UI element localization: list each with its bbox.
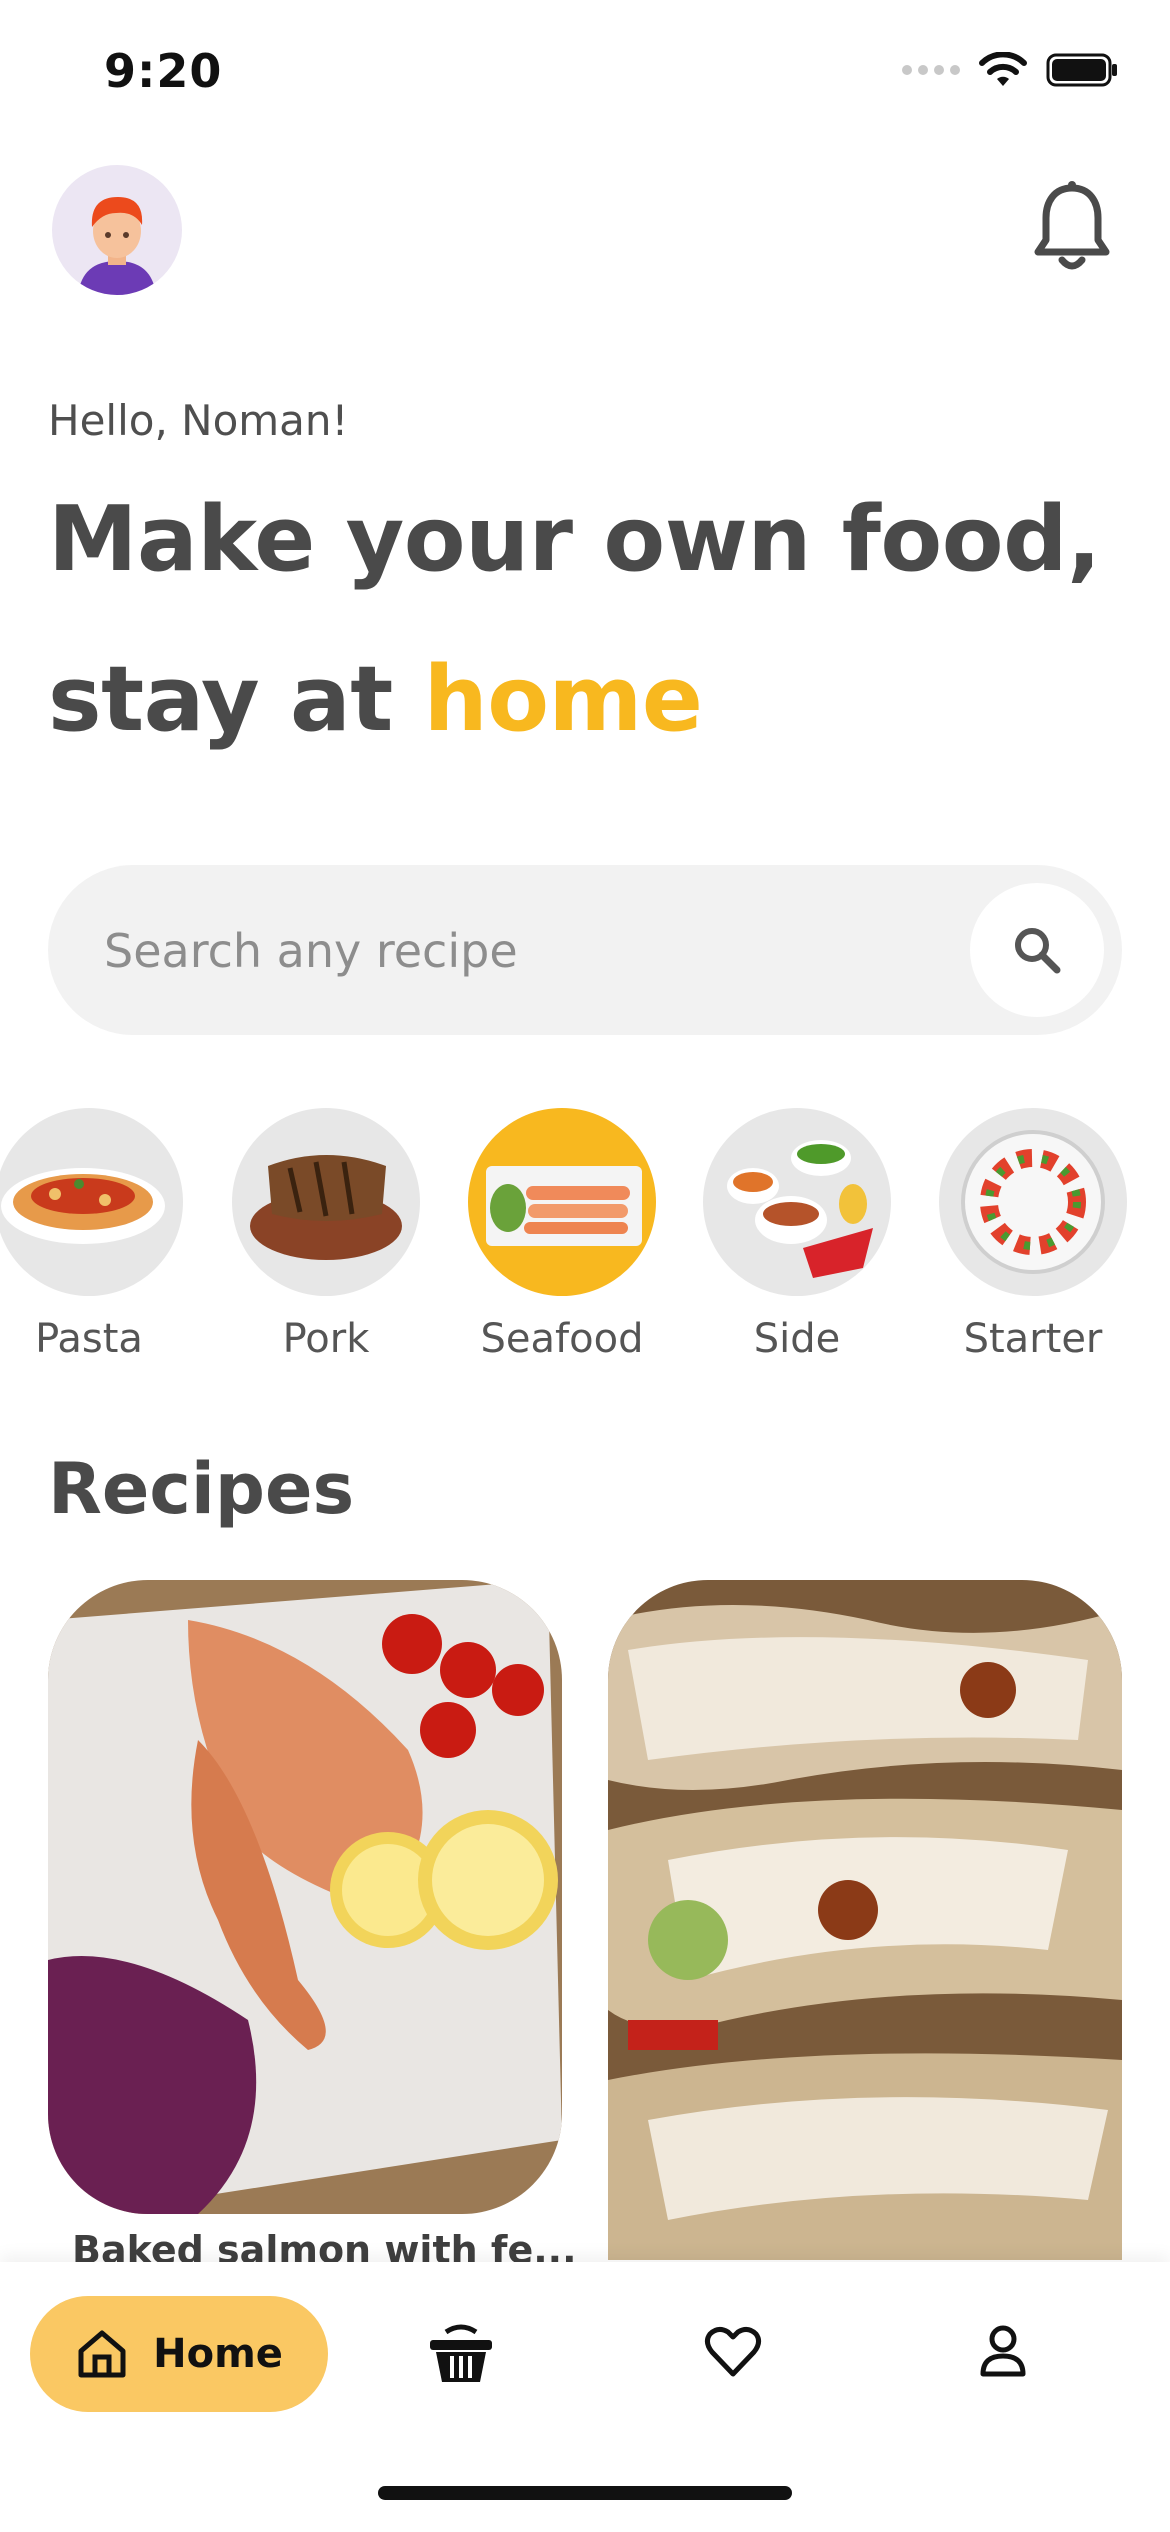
recipe-card-baked-salmon[interactable] [48, 1580, 562, 2214]
search-button[interactable] [970, 883, 1104, 1017]
category-pasta-image [0, 1108, 183, 1296]
wifi-icon [979, 52, 1027, 86]
category-label: Pasta [35, 1316, 143, 1362]
user-icon [980, 2325, 1026, 2377]
nav-home-label: Home [153, 2331, 283, 2377]
category-starter[interactable]: Starter [938, 1108, 1128, 1362]
category-pasta[interactable]: Pasta [0, 1108, 184, 1362]
basket-icon [430, 2324, 492, 2382]
home-icon [78, 2330, 126, 2378]
nav-basket-button[interactable] [428, 2324, 494, 2388]
nav-home-button[interactable]: Home [30, 2296, 328, 2412]
category-side[interactable]: Side [702, 1108, 892, 1362]
category-pork[interactable]: Pork [231, 1108, 421, 1362]
category-side-image [703, 1108, 891, 1296]
headline-line-1: Make your own food, [48, 487, 1101, 592]
greeting-text: Hello, Noman! [48, 396, 349, 445]
home-indicator [378, 2486, 792, 2500]
recipe-card-tacos[interactable] [608, 1580, 1122, 2260]
category-pork-image [232, 1108, 420, 1296]
category-label: Side [753, 1316, 841, 1362]
heart-icon [704, 2326, 762, 2377]
headline-line-2: stay at home [48, 655, 703, 745]
nav-favorites-button[interactable] [704, 2324, 762, 2382]
battery-icon [1046, 53, 1117, 87]
search-input[interactable] [102, 865, 926, 1037]
recipe-image-salmon [48, 1580, 562, 2214]
recipe-image-tacos [608, 1580, 1122, 2260]
headline-accent: home [423, 647, 703, 752]
search-bar [48, 865, 1122, 1037]
recipes-heading: Recipes [48, 1448, 355, 1530]
category-label: Pork [282, 1316, 370, 1362]
category-starter-image [939, 1108, 1127, 1296]
category-seafood[interactable]: Seafood [467, 1108, 657, 1362]
headline-line-2-prefix: stay at [48, 647, 424, 752]
cellular-signal-icon [902, 65, 960, 75]
avatar[interactable] [52, 165, 182, 295]
nav-profile-button[interactable] [978, 2324, 1028, 2382]
avatar-illustration [78, 197, 156, 295]
category-seafood-image [468, 1108, 656, 1296]
notification-bell-icon[interactable] [1032, 180, 1112, 280]
status-time: 9:20 [104, 44, 223, 98]
category-label: Starter [963, 1316, 1103, 1362]
status-icons [902, 52, 1118, 88]
search-icon [1015, 928, 1061, 974]
category-label: Seafood [480, 1316, 644, 1362]
